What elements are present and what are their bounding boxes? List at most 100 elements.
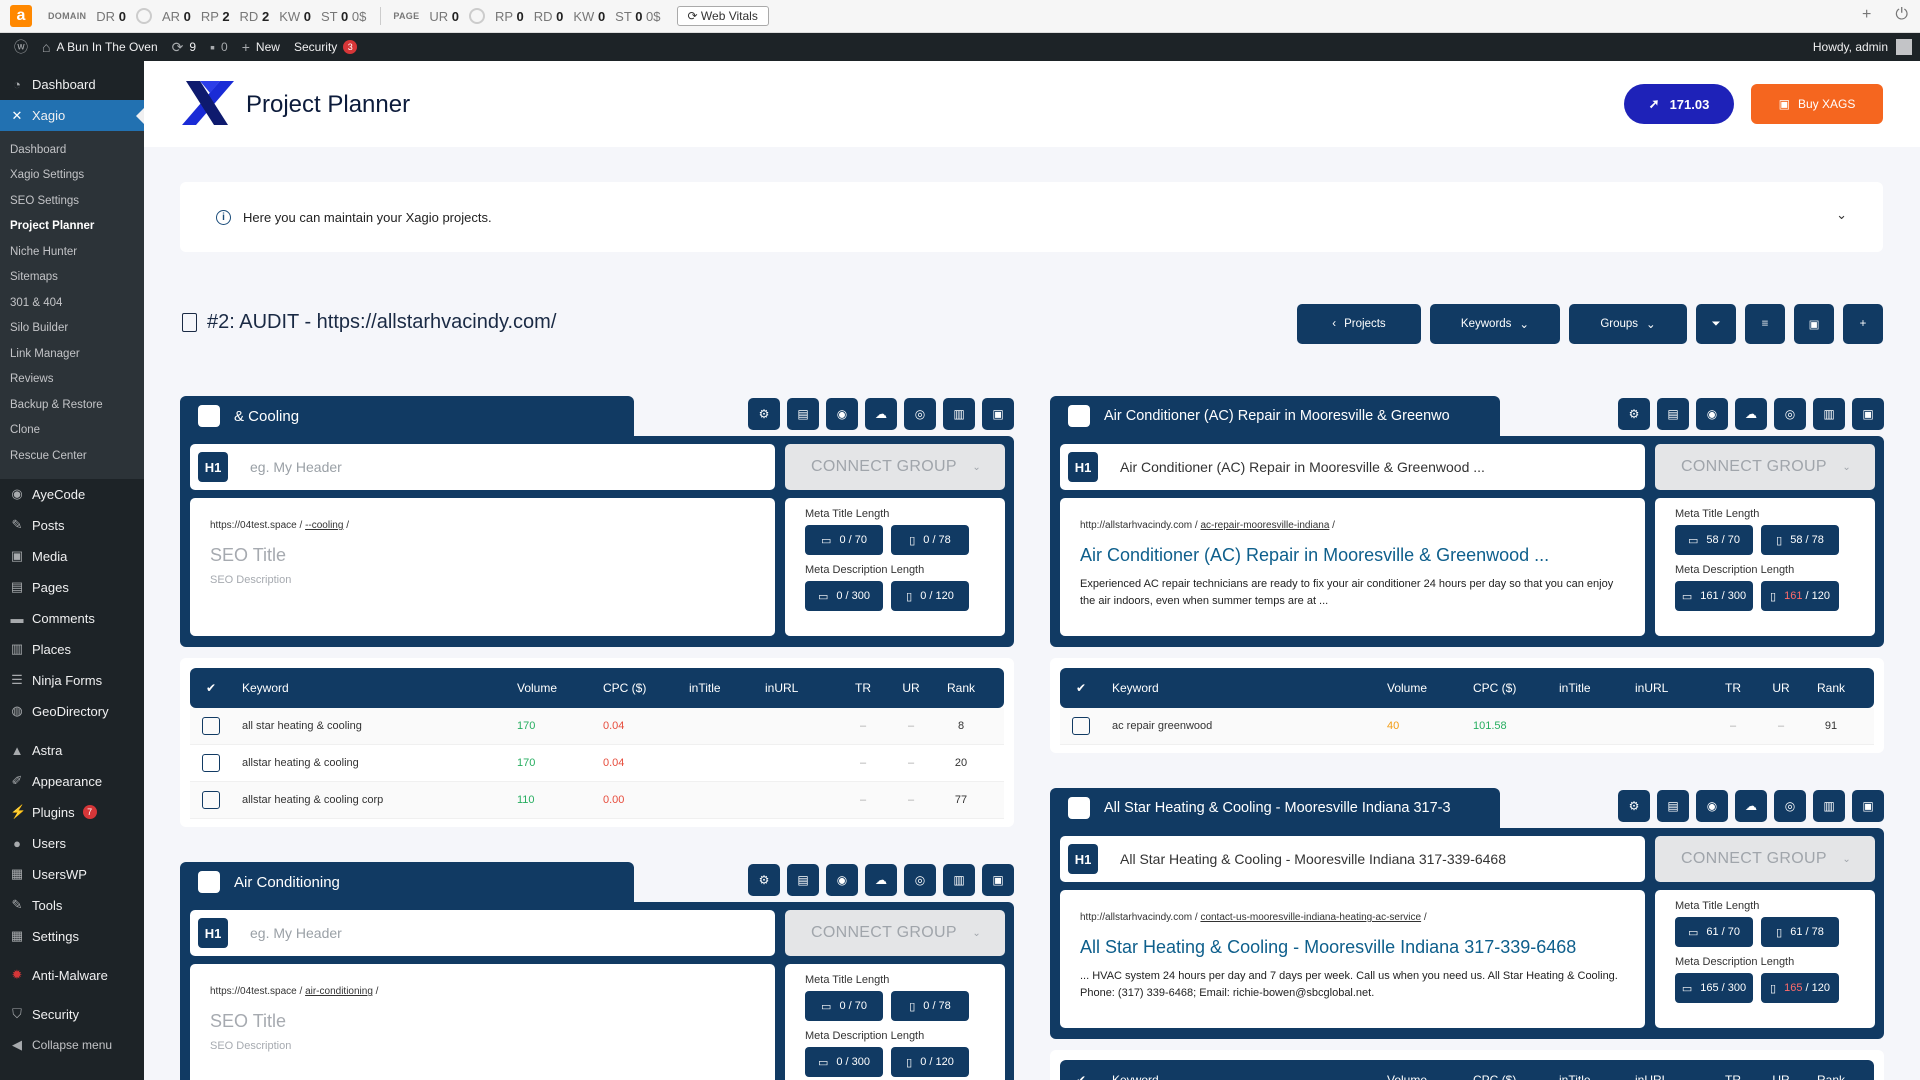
- group-checkbox[interactable]: [1068, 797, 1090, 819]
- sidebar-item-userswp[interactable]: ▦ UsersWP: [0, 859, 144, 890]
- h1-field[interactable]: H1 eg. My Header: [190, 910, 775, 956]
- row-checkbox[interactable]: [202, 754, 220, 772]
- h1-field[interactable]: H1 Air Conditioner (AC) Repair in Mooresv…: [1060, 444, 1645, 490]
- sidebar-item-ayecode[interactable]: ◉ AyeCode: [0, 479, 144, 510]
- eye-icon[interactable]: ◉: [1696, 398, 1728, 430]
- my-account[interactable]: Howdy, admin: [1813, 33, 1912, 61]
- trash-icon[interactable]: ▥: [943, 864, 975, 896]
- seo-preview[interactable]: https://04test.space / air-conditioning …: [190, 964, 775, 1080]
- row-checkbox[interactable]: [202, 791, 220, 809]
- eye-icon[interactable]: ◉: [826, 864, 858, 896]
- chevron-down-icon[interactable]: ⌄: [1836, 207, 1847, 223]
- trash-icon[interactable]: ▥: [1813, 398, 1845, 430]
- submenu-niche-hunter[interactable]: Niche Hunter: [0, 239, 144, 265]
- groups-dropdown[interactable]: Groups ⌄: [1569, 304, 1687, 344]
- seo-title[interactable]: All Star Heating & Cooling - Mooresville…: [1080, 937, 1625, 958]
- connect-group-select[interactable]: CONNECT GROUP ⌄: [785, 910, 1005, 956]
- submenu-clone[interactable]: Clone: [0, 418, 144, 444]
- seo-preview[interactable]: https://04test.space / --cooling / SEO T…: [190, 498, 775, 636]
- cloud-icon[interactable]: ☁: [1735, 790, 1767, 822]
- sidebar-item-places[interactable]: ▥ Places: [0, 634, 144, 665]
- submenu-link-manager[interactable]: Link Manager: [0, 341, 144, 367]
- row-checkbox[interactable]: [202, 717, 220, 735]
- submenu-301-404[interactable]: 301 & 404: [0, 290, 144, 316]
- submenu-reviews[interactable]: Reviews: [0, 367, 144, 393]
- submenu-project-planner[interactable]: Project Planner: [0, 214, 144, 240]
- table-row[interactable]: all star heating & cooling 170 0.04– –8: [190, 708, 1004, 745]
- submenu-rescue-center[interactable]: Rescue Center: [0, 443, 144, 469]
- notes-icon[interactable]: ▤: [1657, 790, 1689, 822]
- seo-description[interactable]: ... HVAC system 24 hours per day and 7 d…: [1080, 968, 1625, 1002]
- sidebar-item-users[interactable]: ● Users: [0, 828, 144, 859]
- sort-button[interactable]: ≡: [1745, 304, 1785, 344]
- submenu-backup-restore[interactable]: Backup & Restore: [0, 392, 144, 418]
- gear-icon[interactable]: ⚙: [1618, 398, 1650, 430]
- gear-icon[interactable]: ⚙: [748, 398, 780, 430]
- seo-description[interactable]: SEO Description: [210, 574, 755, 586]
- save-button[interactable]: ▣: [1794, 304, 1834, 344]
- connect-group-select[interactable]: CONNECT GROUP ⌄: [785, 444, 1005, 490]
- seo-preview[interactable]: http://allstarhvacindy.com / ac-repair-m…: [1060, 498, 1645, 636]
- sidebar-item-media[interactable]: ▣ Media: [0, 541, 144, 572]
- select-all-icon[interactable]: ✔: [190, 681, 232, 695]
- comments-link[interactable]: ▪ 0: [210, 39, 228, 55]
- notes-icon[interactable]: ▤: [787, 864, 819, 896]
- seo-description[interactable]: Experienced AC repair technicians are re…: [1080, 576, 1625, 610]
- sidebar-item-settings[interactable]: ▦ Settings: [0, 921, 144, 952]
- site-name-link[interactable]: ⌂ A Bun In The Oven: [42, 39, 158, 55]
- target-icon[interactable]: ◎: [904, 864, 936, 896]
- sidebar-item-astra[interactable]: ▲ Astra: [0, 735, 144, 766]
- collapse-menu[interactable]: ◀ Collapse menu: [0, 1030, 144, 1061]
- cloud-icon[interactable]: ☁: [1735, 398, 1767, 430]
- save-icon[interactable]: ▣: [1852, 790, 1884, 822]
- group-checkbox[interactable]: [1068, 405, 1090, 427]
- sidebar-item-comments[interactable]: ▬ Comments: [0, 603, 144, 634]
- notes-icon[interactable]: ▤: [787, 398, 819, 430]
- sidebar-item-posts[interactable]: ✎ Posts: [0, 510, 144, 541]
- table-row[interactable]: allstar heating & cooling corp 110 0.00– –7…: [190, 782, 1004, 819]
- submenu-dashboard[interactable]: Dashboard: [0, 137, 144, 163]
- wp-logo[interactable]: ⓦ: [14, 37, 28, 57]
- add-group-button[interactable]: +: [1843, 304, 1883, 344]
- save-icon[interactable]: ▣: [1852, 398, 1884, 430]
- table-row[interactable]: allstar heating & cooling 170 0.04– –20: [190, 745, 1004, 782]
- cloud-icon[interactable]: ☁: [865, 398, 897, 430]
- save-icon[interactable]: ▣: [982, 398, 1014, 430]
- row-checkbox[interactable]: [1072, 717, 1090, 735]
- sidebar-item-geodirectory[interactable]: ◍ GeoDirectory: [0, 696, 144, 727]
- projects-button[interactable]: ‹ Projects: [1297, 304, 1421, 344]
- save-icon[interactable]: ▣: [982, 864, 1014, 896]
- target-icon[interactable]: ◎: [1774, 398, 1806, 430]
- plus-icon[interactable]: +: [1862, 6, 1871, 24]
- sidebar-item-ninja-forms[interactable]: ☰ Ninja Forms: [0, 665, 144, 696]
- trash-icon[interactable]: ▥: [1813, 790, 1845, 822]
- eye-icon[interactable]: ◉: [826, 398, 858, 430]
- sidebar-item-security[interactable]: ⛉ Security: [0, 999, 144, 1030]
- new-content-link[interactable]: + New: [242, 39, 280, 55]
- sidebar-item-anti-malware[interactable]: ✹ Anti-Malware: [0, 960, 144, 991]
- select-all-icon[interactable]: ✔: [1060, 681, 1102, 695]
- sidebar-item-plugins[interactable]: ⚡ Plugins 7: [0, 797, 144, 828]
- connect-group-select[interactable]: CONNECT GROUP ⌄: [1655, 444, 1875, 490]
- gear-icon[interactable]: ⚙: [1618, 790, 1650, 822]
- trash-icon[interactable]: ▥: [943, 398, 975, 430]
- sidebar-item-tools[interactable]: ✎ Tools: [0, 890, 144, 921]
- sidebar-item-dashboard[interactable]: ◔ Dashboard: [0, 69, 144, 100]
- seo-title[interactable]: SEO Title: [210, 545, 755, 566]
- xags-balance-button[interactable]: ➚ 171.03: [1624, 84, 1734, 124]
- submenu-xagio-settings[interactable]: Xagio Settings: [0, 163, 144, 189]
- seo-title[interactable]: SEO Title: [210, 1011, 755, 1032]
- h1-field[interactable]: H1 All Star Heating & Cooling - Mooresvil…: [1060, 836, 1645, 882]
- group-checkbox[interactable]: [198, 405, 220, 427]
- select-all-icon[interactable]: ✔: [1060, 1073, 1102, 1080]
- submenu-sitemaps[interactable]: Sitemaps: [0, 265, 144, 291]
- gear-icon[interactable]: ⚙: [748, 864, 780, 896]
- seo-preview[interactable]: http://allstarhvacindy.com / contact-us-…: [1060, 890, 1645, 1028]
- sidebar-item-appearance[interactable]: ✐ Appearance: [0, 766, 144, 797]
- filter-button[interactable]: ⏷: [1696, 304, 1736, 344]
- notes-icon[interactable]: ▤: [1657, 398, 1689, 430]
- sidebar-item-pages[interactable]: ▤ Pages: [0, 572, 144, 603]
- cloud-icon[interactable]: ☁: [865, 864, 897, 896]
- group-checkbox[interactable]: [198, 871, 220, 893]
- seo-description[interactable]: SEO Description: [210, 1040, 755, 1052]
